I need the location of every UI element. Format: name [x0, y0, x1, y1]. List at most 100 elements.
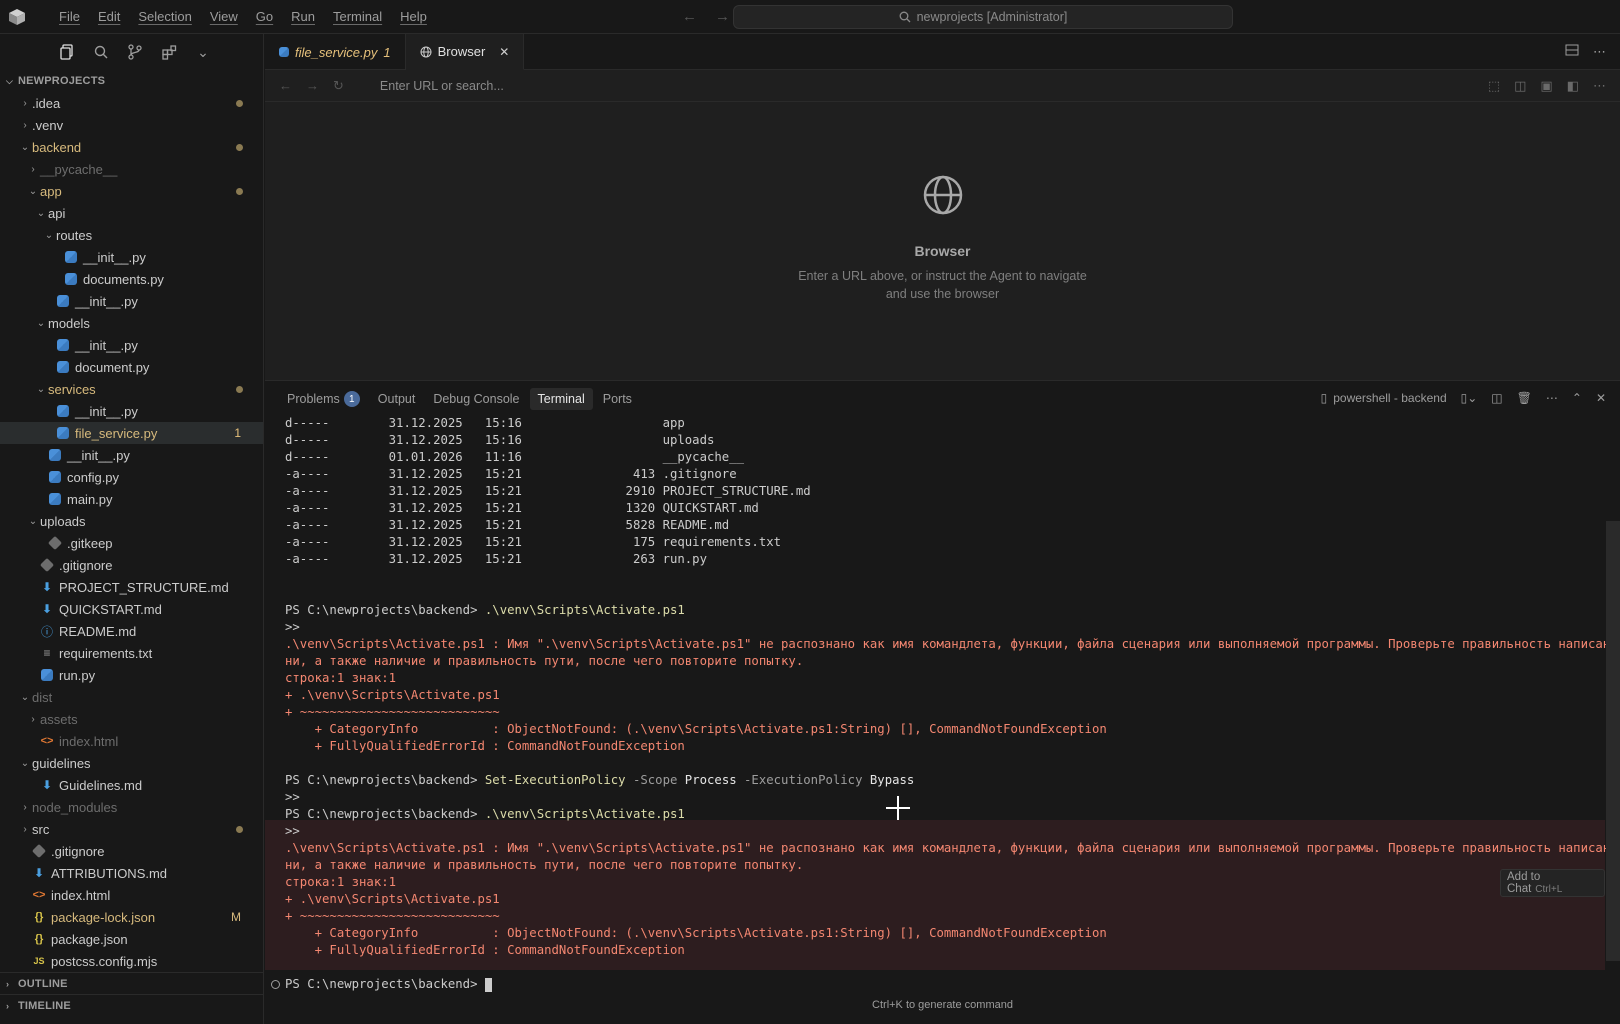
- explorer-root-header[interactable]: ⌵ NEWPROJECTS: [0, 70, 263, 92]
- python-file-icon: [56, 360, 70, 374]
- tree-file[interactable]: ⓘ README.md: [0, 620, 263, 642]
- tab-problems[interactable]: Problems 1: [279, 387, 368, 411]
- menu-file[interactable]: File: [49, 9, 88, 24]
- tree-file[interactable]: ⬇ QUICKSTART.md: [0, 598, 263, 620]
- tree-folder[interactable]: › node_modules: [0, 796, 263, 818]
- split-editor-icon[interactable]: [1565, 44, 1579, 60]
- tree-folder[interactable]: ⌄ backend: [0, 136, 263, 158]
- tree-file[interactable]: ⬇ PROJECT_STRUCTURE.md: [0, 576, 263, 598]
- tree-folder[interactable]: ⌄ guidelines: [0, 752, 263, 774]
- chevron-down-icon[interactable]: ⌄: [194, 43, 212, 61]
- menu-run[interactable]: Run: [281, 9, 323, 24]
- tree-file[interactable]: ⬇ Guidelines.md: [0, 774, 263, 796]
- menu-terminal[interactable]: Terminal: [323, 9, 390, 24]
- terminal-selector[interactable]: ▯ powershell - backend: [1321, 391, 1447, 405]
- split-terminal-icon[interactable]: ◫: [1491, 391, 1502, 405]
- search-icon[interactable]: [92, 43, 110, 61]
- source-control-icon[interactable]: [126, 43, 144, 61]
- tree-file[interactable]: main.py: [0, 488, 263, 510]
- tree-folder[interactable]: › src: [0, 818, 263, 840]
- tree-file[interactable]: __init__.py: [0, 246, 263, 268]
- tree-folder[interactable]: ⌄ uploads: [0, 510, 263, 532]
- close-icon[interactable]: ✕: [1596, 391, 1606, 405]
- modified-dot: [236, 825, 243, 833]
- python-file-icon: [279, 47, 289, 57]
- tab-output[interactable]: Output: [370, 388, 424, 410]
- tree-folder[interactable]: ⌄ api: [0, 202, 263, 224]
- tree-file[interactable]: ≡ requirements.txt: [0, 642, 263, 664]
- terminal-output[interactable]: d----- 31.12.2025 15:16 app d----- 31.12.…: [265, 416, 1620, 997]
- extensions-icon[interactable]: [160, 43, 178, 61]
- tab-file-service[interactable]: file_service.py 1: [265, 34, 406, 70]
- tree-file[interactable]: <> index.html: [0, 884, 263, 906]
- tree-file[interactable]: {} package.json: [0, 928, 263, 950]
- tree-file[interactable]: <> index.html: [0, 730, 263, 752]
- new-terminal-icon[interactable]: ▯⌄: [1461, 391, 1478, 405]
- reload-icon[interactable]: ↻: [333, 78, 344, 94]
- tree-folder[interactable]: › assets: [0, 708, 263, 730]
- url-input[interactable]: Enter URL or search...: [380, 79, 504, 93]
- tab-ports[interactable]: Ports: [595, 388, 640, 410]
- tree-file[interactable]: config.py: [0, 466, 263, 488]
- tree-item-label: .idea: [32, 95, 61, 111]
- browser-back-icon[interactable]: ←: [279, 78, 292, 93]
- tree-folder[interactable]: › __pycache__: [0, 158, 263, 180]
- maximize-icon[interactable]: ⌃: [1572, 391, 1582, 405]
- tree-file[interactable]: .gitignore: [0, 554, 263, 576]
- back-arrow-icon[interactable]: ←: [682, 8, 697, 25]
- tree-file[interactable]: documents.py: [0, 268, 263, 290]
- forward-arrow-icon[interactable]: →: [715, 8, 730, 25]
- sidebar-toggle-icon[interactable]: ◧: [1567, 78, 1579, 94]
- menu-selection[interactable]: Selection: [128, 9, 199, 24]
- menu-edit[interactable]: Edit: [88, 9, 128, 24]
- tree-file[interactable]: run.py: [0, 664, 263, 686]
- timeline-section[interactable]: › TIMELINE: [0, 994, 264, 1016]
- tree-folder[interactable]: ⌄ app: [0, 180, 263, 202]
- tree-file[interactable]: .gitkeep: [0, 532, 263, 554]
- tree-folder[interactable]: › .venv: [0, 114, 263, 136]
- trash-icon[interactable]: 🗑: [1517, 391, 1532, 405]
- tree-folder[interactable]: › .idea: [0, 92, 263, 114]
- prompt-decoration-icon[interactable]: [271, 980, 280, 989]
- chevron-right-icon: ›: [23, 823, 27, 835]
- chevron-down-icon: ⌄: [20, 757, 30, 769]
- console-icon[interactable]: ▣: [1540, 78, 1552, 94]
- tree-file[interactable]: {} package-lock.json M: [0, 906, 263, 928]
- add-to-chat-button[interactable]: Add to Chat Ctrl+L: [1500, 869, 1605, 897]
- tree-file[interactable]: file_service.py 1: [0, 422, 263, 444]
- terminal-scrollbar[interactable]: [1606, 521, 1620, 961]
- menu-view[interactable]: View: [200, 9, 246, 24]
- browser-forward-icon[interactable]: →: [306, 78, 319, 93]
- more-icon[interactable]: ⋯: [1593, 78, 1606, 94]
- outline-section[interactable]: › OUTLINE: [0, 972, 264, 994]
- tree-file[interactable]: __init__.py: [0, 334, 263, 356]
- info-file-icon: ⓘ: [40, 624, 53, 639]
- tree-folder[interactable]: ⌄ services: [0, 378, 263, 400]
- tree-file[interactable]: ⬇ ATTRIBUTIONS.md: [0, 862, 263, 884]
- tree-file[interactable]: JS postcss.config.mjs: [0, 950, 263, 972]
- tree-file[interactable]: document.py: [0, 356, 263, 378]
- tree-file[interactable]: __init__.py: [0, 400, 263, 422]
- tree-folder[interactable]: ⌄ routes: [0, 224, 263, 246]
- more-actions-icon[interactable]: ⋯: [1593, 44, 1606, 60]
- tree-folder[interactable]: ⌄ models: [0, 312, 263, 334]
- tree-folder[interactable]: ⌄ dist: [0, 686, 263, 708]
- tab-terminal[interactable]: Terminal: [529, 388, 593, 410]
- select-element-icon[interactable]: ⬚: [1488, 78, 1500, 94]
- terminal-cursor[interactable]: [484, 977, 492, 992]
- markdown-file-icon: ⬇: [41, 580, 53, 594]
- more-icon[interactable]: ⋯: [1546, 391, 1558, 405]
- tree-file[interactable]: __init__.py: [0, 290, 263, 312]
- tab-debug-console[interactable]: Debug Console: [425, 388, 527, 410]
- explorer-icon[interactable]: [58, 43, 76, 61]
- tree-file[interactable]: __init__.py: [0, 444, 263, 466]
- directory-listing-row: d----- 31.12.2025 15:16 app: [285, 416, 685, 430]
- camera-icon[interactable]: ◫: [1514, 78, 1526, 94]
- menu-go[interactable]: Go: [246, 9, 281, 24]
- tree-item-label: run.py: [59, 667, 96, 683]
- command-center-search[interactable]: newprojects [Administrator]: [733, 5, 1233, 29]
- menu-help[interactable]: Help: [390, 9, 435, 24]
- close-icon[interactable]: ✕: [499, 45, 509, 59]
- tree-file[interactable]: .gitignore: [0, 840, 263, 862]
- tab-browser[interactable]: Browser ✕: [405, 34, 525, 70]
